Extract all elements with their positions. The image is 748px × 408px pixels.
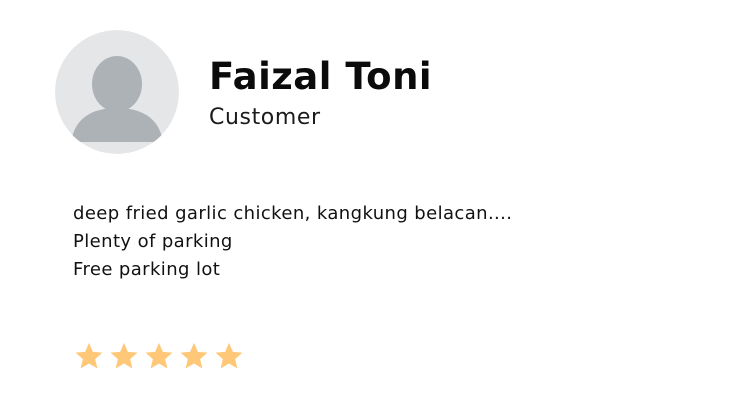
star-icon xyxy=(178,340,210,372)
star-icon xyxy=(213,340,245,372)
review-text: deep fried garlic chicken, kangkung bela… xyxy=(73,200,693,284)
review-line: Free parking lot xyxy=(73,259,221,280)
star-rating xyxy=(73,338,248,374)
star-icon xyxy=(108,340,140,372)
star-icon xyxy=(143,340,175,372)
reviewer-name: Faizal Toni xyxy=(209,55,433,98)
reviewer-role: Customer xyxy=(209,105,321,130)
review-line: Plenty of parking xyxy=(73,231,233,252)
default-user-avatar-icon xyxy=(55,30,179,154)
avatar-head xyxy=(92,56,142,112)
reviewer-avatar xyxy=(55,30,179,154)
review-card: Faizal Toni Customer deep fried garlic c… xyxy=(0,0,748,408)
star-icon xyxy=(73,340,105,372)
review-line: deep fried garlic chicken, kangkung bela… xyxy=(73,203,513,224)
